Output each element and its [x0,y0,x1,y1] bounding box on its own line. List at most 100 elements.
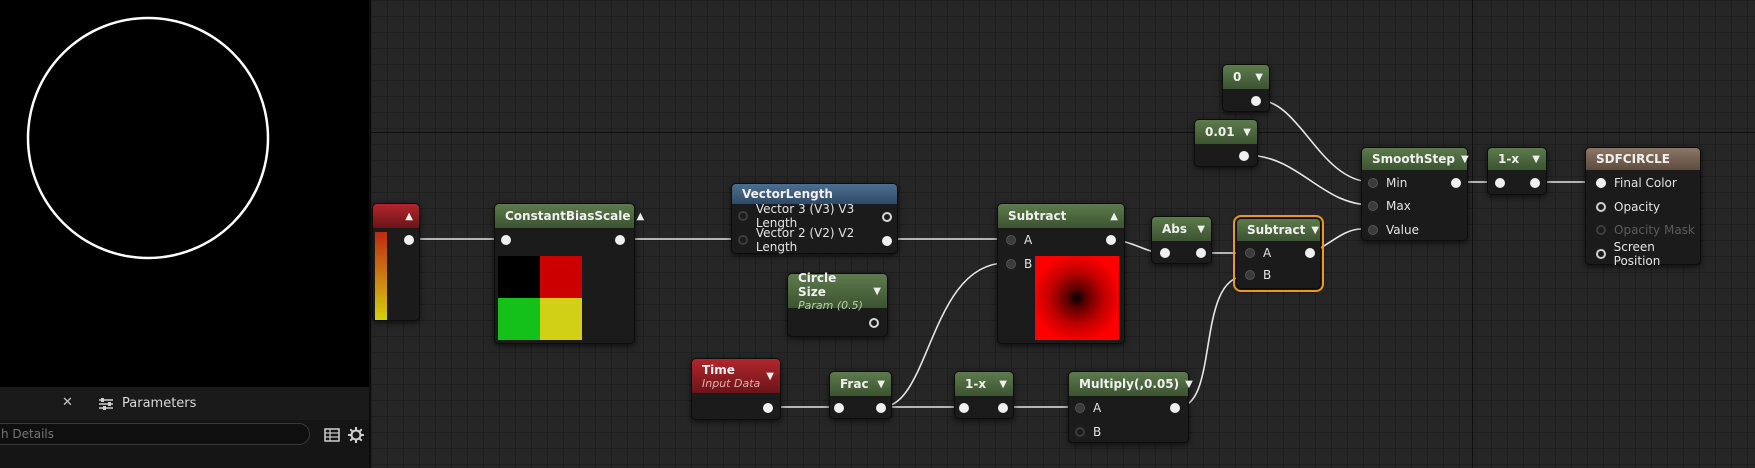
input-pin-screen-position[interactable] [1596,249,1606,259]
pin-label-a: A [1093,401,1102,415]
input-pin-v3[interactable] [738,211,748,221]
gear-icon[interactable] [347,426,365,444]
output-pin[interactable] [1251,96,1261,106]
node-subtract-2[interactable]: Subtract ▼ A B [1233,215,1324,292]
node-multiply[interactable]: Multiply(,0.05) ▼ A B [1068,371,1193,443]
output-pin[interactable] [404,235,414,245]
input-pin[interactable] [1160,248,1170,258]
node-time[interactable]: Time Input Data ▼ [691,358,781,420]
node-title: Time [702,362,735,377]
node-smoothstep[interactable]: SmoothStep ▼ Min Max Value [1361,147,1469,241]
input-pin[interactable] [959,403,969,413]
expand-chevron-icon[interactable]: ▼ [1243,127,1251,138]
output-pin[interactable] [763,403,773,413]
input-pin-a[interactable] [1006,235,1016,245]
pin-label-v2: Vector 2 (V2) V2 Length [755,226,855,254]
expand-chevron-icon[interactable]: ▼ [1197,224,1205,235]
collapse-chevron-icon[interactable]: ▲ [405,211,413,222]
grid-axis-v [1472,0,1473,468]
input-pin-opacity[interactable] [1596,202,1606,212]
expand-chevron-icon[interactable]: ▼ [1532,154,1540,165]
expand-chevron-icon[interactable]: ▼ [1255,72,1263,83]
node-title: 1-x [965,377,987,391]
output-pin[interactable] [1106,235,1116,245]
input-pin-opacity-mask[interactable] [1596,225,1606,235]
node-vector-length[interactable]: VectorLength Vector 3 (V3) V3 Length Vec… [731,183,898,254]
expand-chevron-icon[interactable]: ▼ [873,286,881,297]
grid-axis-h [371,132,1755,133]
output-pin[interactable] [1451,178,1461,188]
search-details-input[interactable] [0,423,310,445]
node-title: ConstantBiasScale [505,209,631,223]
input-pin-a[interactable] [1245,248,1255,258]
pin-label-b: B [1093,425,1102,439]
input-pin[interactable] [834,403,844,413]
node-abs[interactable]: Abs ▼ [1151,216,1212,264]
node-title: SDFCIRCLE [1596,152,1670,166]
expand-chevron-icon[interactable]: ▼ [999,379,1007,390]
collapse-chevron-icon[interactable]: ▲ [636,211,644,222]
node-title: SmoothStep [1372,152,1456,166]
preview-circle [26,16,270,260]
input-pin-b[interactable] [1075,427,1085,437]
input-pin[interactable] [1495,178,1505,188]
pin-label-final-color: Final Color [1614,176,1677,190]
input-pin-v2[interactable] [738,235,748,245]
output-pin-v3[interactable] [882,212,892,222]
input-pin[interactable] [501,235,511,245]
output-pin[interactable] [1196,248,1206,258]
input-pin-value[interactable] [1368,225,1378,235]
node-constant-bias-scale[interactable]: ConstantBiasScale ▲ [494,203,644,344]
input-pin-final-color[interactable] [1596,178,1606,188]
node-circle-size[interactable]: Circle Size Param (0.5) ▼ [787,270,888,337]
expand-chevron-icon[interactable]: ▼ [877,379,885,390]
input-pin-b[interactable] [1006,259,1016,269]
table-view-icon[interactable] [323,426,341,444]
node-sdfcircle-output[interactable]: SDFCIRCLE Final Color Opacity Opacity Ma… [1585,147,1701,268]
node-title: Circle Size [798,270,837,299]
pin-label-min: Min [1386,176,1408,190]
preview-viewport[interactable] [0,0,369,387]
output-pin[interactable] [1170,403,1180,413]
node-title: Abs [1162,222,1188,236]
output-pin[interactable] [869,318,879,328]
pin-label-opacity-mask: Opacity Mask [1614,223,1695,237]
collapse-chevron-icon[interactable]: ▲ [1110,211,1118,222]
node-subtract-1[interactable]: Subtract ▲ A B [997,203,1125,344]
node-one-minus-1[interactable]: 1-x ▼ [954,371,1014,419]
close-tab-icon[interactable]: ✕ [62,395,73,410]
expand-chevron-icon[interactable]: ▼ [1461,154,1469,165]
pin-label-opacity: Opacity [1614,200,1661,214]
output-pin[interactable] [615,235,625,245]
output-pin[interactable] [1305,248,1315,258]
expand-chevron-icon[interactable]: ▼ [766,371,774,382]
input-pin-min[interactable] [1368,178,1378,188]
node-title: Multiply(,0.05) [1079,377,1180,391]
input-pin-b[interactable] [1245,270,1255,280]
pin-label-a: A [1024,233,1033,247]
node-constant-0-01[interactable]: 0.01 ▼ [1194,119,1258,167]
tab-parameters[interactable]: Parameters [98,387,196,420]
partial-node-offscreen[interactable]: ▲ [372,203,420,321]
tab-parameters-label: Parameters [122,396,197,411]
node-preview [375,232,387,320]
input-pin-a[interactable] [1075,403,1085,413]
input-pin-max[interactable] [1368,201,1378,211]
output-pin-v2[interactable] [882,236,892,246]
output-pin[interactable] [998,403,1008,413]
output-pin[interactable] [1530,178,1540,188]
pin-label-max: Max [1386,199,1411,213]
pin-label-screen-position: Screen Position [1613,240,1661,268]
node-title: 0.01 [1205,125,1235,139]
node-title: Subtract [1247,223,1306,237]
node-one-minus-2[interactable]: 1-x ▼ [1487,147,1547,195]
expand-chevron-icon[interactable]: ▼ [1185,379,1193,390]
details-tab-bar: ✕ Parameters [0,387,369,420]
output-pin[interactable] [1239,151,1249,161]
node-preview [498,256,582,340]
node-frac[interactable]: Frac ▼ [829,371,892,419]
output-pin[interactable] [876,403,886,413]
expand-chevron-icon[interactable]: ▼ [1311,225,1319,236]
pin-label-value: Value [1386,223,1419,237]
node-constant-0[interactable]: 0 ▼ [1222,64,1270,112]
